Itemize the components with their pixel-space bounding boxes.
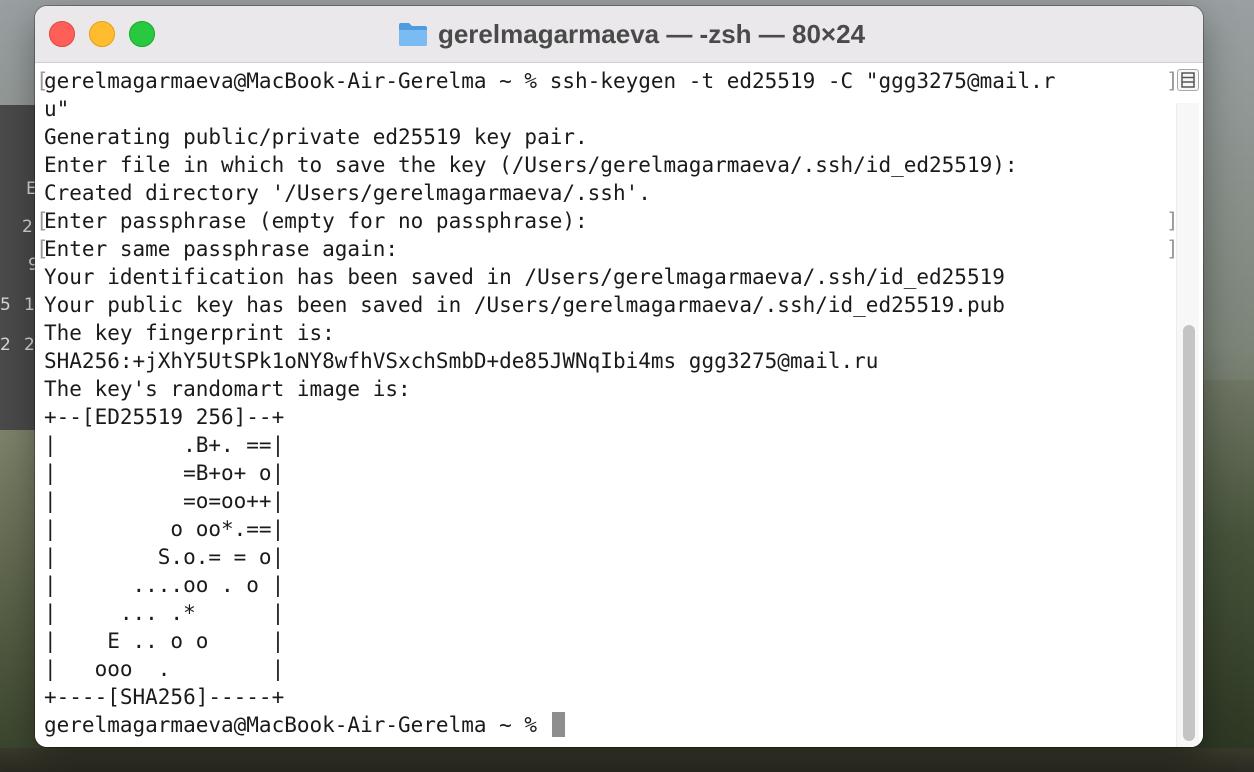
background-text: 5 — [0, 295, 11, 315]
terminal-window: gerelmagarmaeva — -zsh — 80×24 gerelmaga… — [35, 6, 1203, 747]
terminal-line-text: The key's randomart image is: — [44, 377, 411, 401]
terminal-line-text: | .B+. ==| — [44, 433, 285, 457]
command-mark-left: [ — [36, 209, 49, 233]
marks-menu-button[interactable] — [1177, 69, 1199, 91]
terminal-line-text: | ooo . | — [44, 657, 285, 681]
terminal-line-text: The key fingerprint is: — [44, 321, 335, 345]
terminal-line: +----[SHA256]-----+ — [44, 683, 1174, 711]
window-title-group: gerelmagarmaeva — -zsh — 80×24 — [35, 18, 1203, 50]
background-text: 2 — [0, 335, 11, 355]
window-title: gerelmagarmaeva — -zsh — 80×24 — [437, 18, 866, 49]
terminal-line-text: | S.o.= = o| — [44, 545, 285, 569]
terminal-line-text: Your public key has been saved in /Users… — [44, 293, 1005, 317]
terminal-line-text: Your identification has been saved in /U… — [44, 265, 1005, 289]
terminal-content[interactable]: gerelmagarmaeva@MacBook-Air-Gerelma ~ % … — [35, 63, 1203, 747]
terminal-line: | E .. o o | — [44, 627, 1174, 655]
terminal-line: | ooo . | — [44, 655, 1174, 683]
terminal-line-text: +--[ED25519 256]--+ — [44, 405, 285, 429]
terminal-line-text: u" — [44, 97, 70, 121]
background-landscape-bottom — [0, 748, 1254, 772]
background-text: 1 — [24, 295, 35, 315]
terminal-line: | ....oo . o | — [44, 571, 1174, 599]
terminal-line-text: | ....oo . o | — [44, 573, 285, 597]
terminal-line: Created directory '/Users/gerelmagarmaev… — [44, 179, 1174, 207]
terminal-line-text: | =B+o+ o| — [44, 461, 285, 485]
terminal-line: | o oo*.==| — [44, 515, 1174, 543]
terminal-line: The key's randomart image is: — [44, 375, 1174, 403]
terminal-line-text: Enter passphrase (empty for no passphras… — [44, 209, 588, 233]
command-mark-left: [ — [36, 69, 49, 93]
terminal-line: Your identification has been saved in /U… — [44, 263, 1174, 291]
terminal-line-text: Generating public/private ed25519 key pa… — [44, 125, 588, 149]
terminal-output[interactable]: gerelmagarmaeva@MacBook-Air-Gerelma ~ % … — [36, 67, 1179, 739]
vertical-scrollbar[interactable] — [1176, 103, 1199, 747]
terminal-line-text: Created directory '/Users/gerelmagarmaev… — [44, 181, 651, 205]
terminal-line-text: | =o=oo++| — [44, 489, 285, 513]
terminal-line-text: gerelmagarmaeva@MacBook-Air-Gerelma ~ % — [44, 713, 550, 737]
terminal-line: Enter passphrase (empty for no passphras… — [36, 207, 1179, 235]
scrollbar-thumb[interactable] — [1183, 325, 1195, 741]
terminal-line-text: | o oo*.==| — [44, 517, 285, 541]
terminal-line-text: | E .. o o | — [44, 629, 285, 653]
terminal-line: +--[ED25519 256]--+ — [44, 403, 1174, 431]
terminal-line: | =B+o+ o| — [44, 459, 1174, 487]
terminal-line: Enter file in which to save the key (/Us… — [44, 151, 1174, 179]
terminal-line: gerelmagarmaeva@MacBook-Air-Gerelma ~ % — [44, 711, 1174, 739]
background-calendar-panel: E 2 9 5 1 2 2 — [0, 105, 40, 435]
background-text: 2 — [24, 335, 35, 355]
background-text: 2 — [22, 217, 33, 237]
terminal-line: Enter same passphrase again:[] — [36, 235, 1179, 263]
terminal-line-text: | ... .* | — [44, 601, 285, 625]
text-cursor — [551, 712, 565, 737]
terminal-line: SHA256:+jXhY5UtSPk1oNY8wfhVSxchSmbD+de85… — [44, 347, 1174, 375]
background-landscape-right — [1194, 380, 1254, 772]
list-icon — [1181, 72, 1195, 88]
terminal-line: Your public key has been saved in /Users… — [44, 291, 1174, 319]
terminal-line-text: gerelmagarmaeva@MacBook-Air-Gerelma ~ % … — [44, 69, 1056, 93]
terminal-line: | =o=oo++| — [44, 487, 1174, 515]
terminal-line: u" — [44, 95, 1174, 123]
terminal-line: The key fingerprint is: — [44, 319, 1174, 347]
terminal-line-text: SHA256:+jXhY5UtSPk1oNY8wfhVSxchSmbD+de85… — [44, 349, 879, 373]
title-bar[interactable]: gerelmagarmaeva — -zsh — 80×24 — [35, 6, 1203, 63]
terminal-line-text: Enter file in which to save the key (/Us… — [44, 153, 1018, 177]
terminal-line: gerelmagarmaeva@MacBook-Air-Gerelma ~ % … — [36, 67, 1179, 95]
background-landscape-left — [0, 430, 40, 772]
terminal-line-text: Enter same passphrase again: — [44, 237, 399, 261]
folder-icon — [398, 23, 427, 46]
terminal-line: Generating public/private ed25519 key pa… — [44, 123, 1174, 151]
terminal-line: | S.o.= = o| — [44, 543, 1174, 571]
terminal-line: | ... .* | — [44, 599, 1174, 627]
command-mark-left: [ — [36, 237, 49, 261]
terminal-line: | .B+. ==| — [44, 431, 1174, 459]
terminal-line-text: +----[SHA256]-----+ — [44, 685, 285, 709]
